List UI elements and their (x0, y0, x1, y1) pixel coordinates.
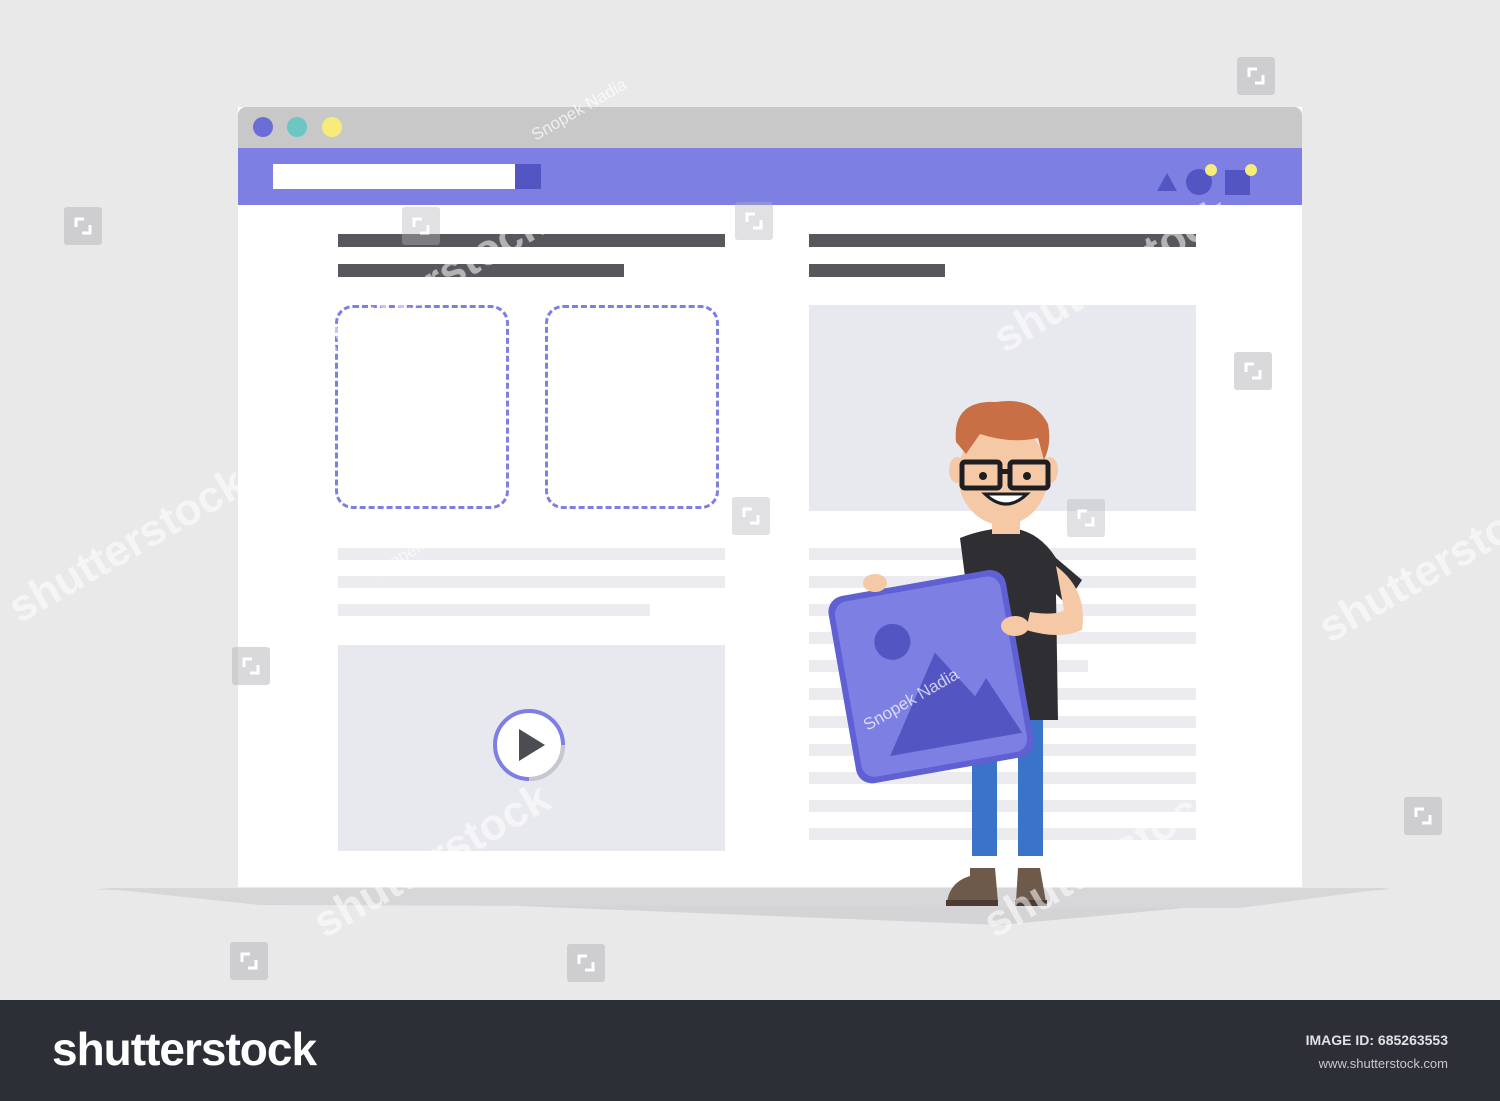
footer-site-url[interactable]: www.shutterstock.com (1319, 1056, 1448, 1071)
footer-brand[interactable]: shutterstock (52, 1022, 317, 1076)
play-icon[interactable] (491, 707, 567, 783)
window-dot-teal[interactable] (287, 117, 307, 137)
browser-titlebar (238, 107, 1302, 148)
text-line (338, 604, 650, 616)
watermark-logo-icon (402, 207, 440, 245)
square-icon (1225, 170, 1250, 195)
text-line (338, 576, 725, 588)
image-id-line: IMAGE ID: 685263553 (1306, 1032, 1448, 1048)
notification-dot-2 (1245, 164, 1257, 176)
watermark-logo-icon (732, 497, 770, 535)
window-dot-yellow[interactable] (322, 117, 342, 137)
triangle-icon (1157, 173, 1177, 191)
watermark-logo-icon (1067, 499, 1105, 537)
search-input[interactable] (273, 164, 515, 189)
illustration: shutterstock shutterstock shutterstock s… (0, 0, 1500, 1000)
window-dot-purple[interactable] (253, 117, 273, 137)
image-id-label: IMAGE ID: (1305, 1032, 1375, 1048)
person-illustration (828, 400, 1083, 906)
watermark-logo-icon (1404, 797, 1442, 835)
watermark-logo-icon (232, 647, 270, 685)
watermark-logo-icon (230, 942, 268, 980)
watermark-logo-icon (64, 207, 102, 245)
watermark-logo-icon (1237, 57, 1275, 95)
search-button[interactable] (515, 164, 541, 189)
watermark-logo-icon (567, 944, 605, 982)
image-placeholder-2[interactable] (545, 305, 719, 509)
notification-dot-1 (1205, 164, 1217, 176)
right-subheading-bar (809, 264, 945, 277)
navigation-bar (238, 148, 1302, 205)
footer-bar: shutterstock IMAGE ID: 685263553 www.shu… (0, 1000, 1500, 1101)
watermark-logo-icon (1234, 352, 1272, 390)
watermark-logo-icon (735, 202, 773, 240)
image-id-value: 685263553 (1377, 1032, 1448, 1048)
